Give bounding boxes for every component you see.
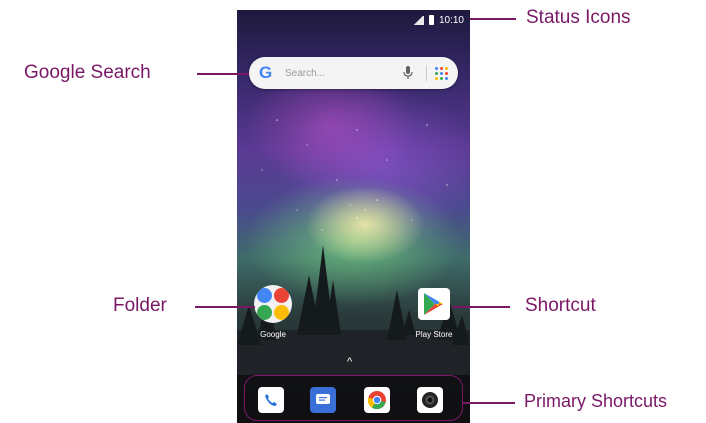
shortcut-label: Shortcut [525,295,596,316]
app-grid-icon[interactable] [435,66,448,80]
microphone-icon[interactable] [398,66,418,80]
phone-screen: 10:10 G Search... Google Play Store ^ [237,10,470,423]
folder-callout-line [195,306,255,308]
primary-shortcuts-callout-line [463,402,515,404]
search-divider [426,65,427,81]
play-store-shortcut[interactable] [418,288,450,320]
app-drawer-chevron-icon[interactable]: ^ [347,356,352,368]
folder-app-icon [274,288,289,303]
folder-app-icon [257,288,272,303]
primary-shortcuts-label: Primary Shortcuts [524,391,668,411]
google-search-label: Google Search [24,62,151,83]
battery-icon [428,15,434,25]
signal-icon [412,15,424,25]
google-logo-icon: G [259,63,273,82]
google-search-bar[interactable]: G Search... [249,57,458,89]
search-placeholder: Search... [285,67,326,79]
shortcut-callout-line [452,306,510,308]
play-store-label: Play Store [415,330,453,339]
status-icons-label: Status Icons [526,7,631,28]
google-folder[interactable] [254,285,292,323]
play-store-icon [424,293,443,315]
folder-label: Google [260,330,286,339]
status-icons-callout-line [470,18,516,20]
folder-label-callout: Folder [113,295,167,316]
status-bar: 10:10 [237,10,470,30]
folder-app-icon [274,305,289,320]
status-time: 10:10 [438,14,464,26]
primary-shortcuts-outline [244,375,463,421]
folder-app-icon [257,305,272,320]
google-search-callout-line [197,73,249,75]
